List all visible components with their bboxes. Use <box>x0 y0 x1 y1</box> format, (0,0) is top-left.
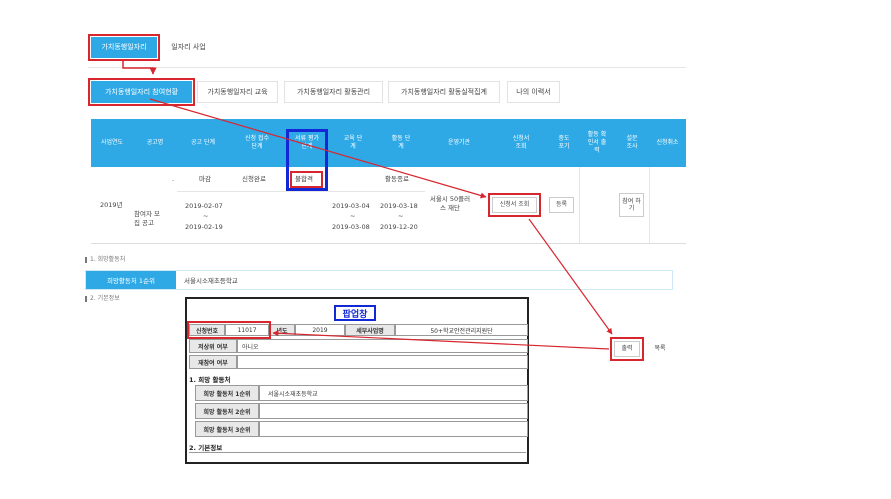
arrow-top-to-sub <box>122 61 157 75</box>
annotation-arrows <box>122 61 613 350</box>
arrow-print-to-popup <box>272 330 610 350</box>
arrow-tab-to-view <box>149 98 487 199</box>
arrow-view-to-print <box>528 218 613 335</box>
